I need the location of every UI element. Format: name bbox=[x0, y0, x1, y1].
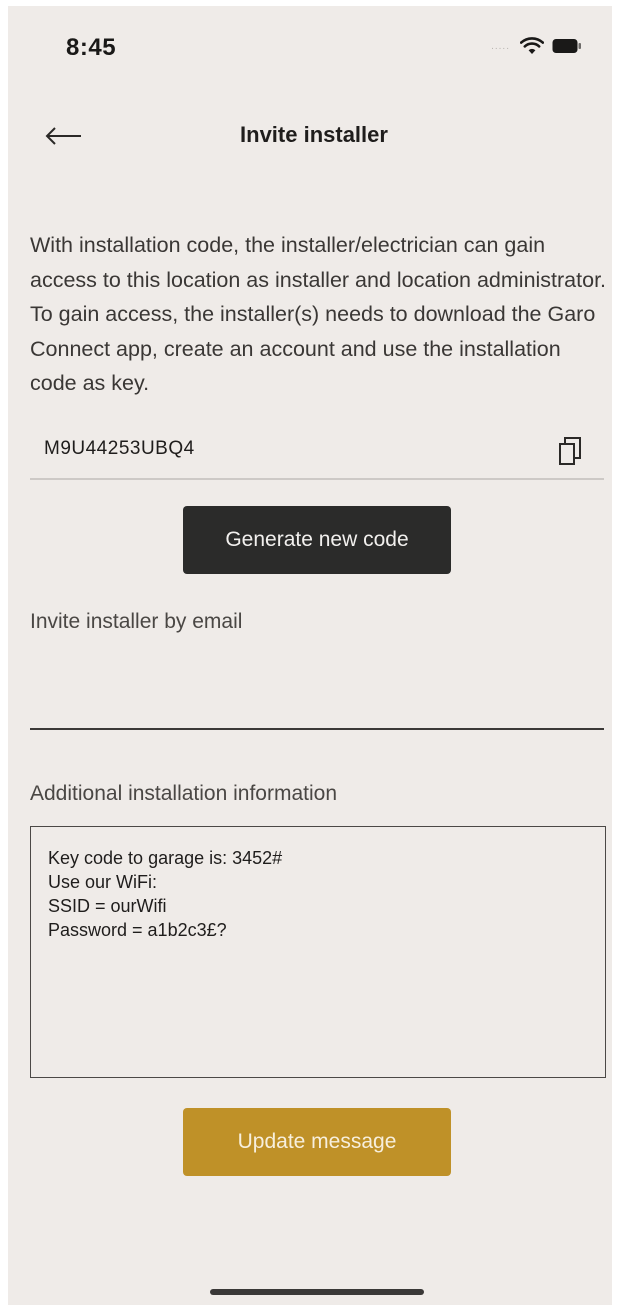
page-title: Invite installer bbox=[240, 122, 388, 147]
generate-new-code-button[interactable]: Generate new code bbox=[183, 506, 451, 574]
additional-info-textarea[interactable] bbox=[30, 826, 606, 1078]
email-label: Invite installer by email bbox=[30, 610, 243, 633]
additional-info-label: Additional installation information bbox=[30, 782, 338, 805]
installation-code-value: M9U44253UBQ4 bbox=[44, 438, 195, 459]
copy-icon bbox=[559, 437, 581, 465]
battery-icon bbox=[552, 39, 581, 53]
copy-code-button[interactable] bbox=[554, 432, 588, 470]
status-time: 8:45 bbox=[66, 34, 117, 61]
home-indicator bbox=[210, 1289, 424, 1295]
email-input[interactable] bbox=[30, 666, 604, 730]
signal-dots-icon: ..... bbox=[491, 40, 510, 52]
description-text: With installation code, the installer/el… bbox=[30, 233, 607, 395]
wifi-icon bbox=[520, 37, 544, 54]
status-icons: ..... bbox=[491, 36, 582, 56]
update-message-button[interactable]: Update message bbox=[183, 1108, 451, 1176]
invite-installer-screen: 8:45 ..... Invite installer With install… bbox=[8, 6, 612, 1305]
installation-code-row: M9U44253UBQ4 bbox=[30, 426, 604, 480]
